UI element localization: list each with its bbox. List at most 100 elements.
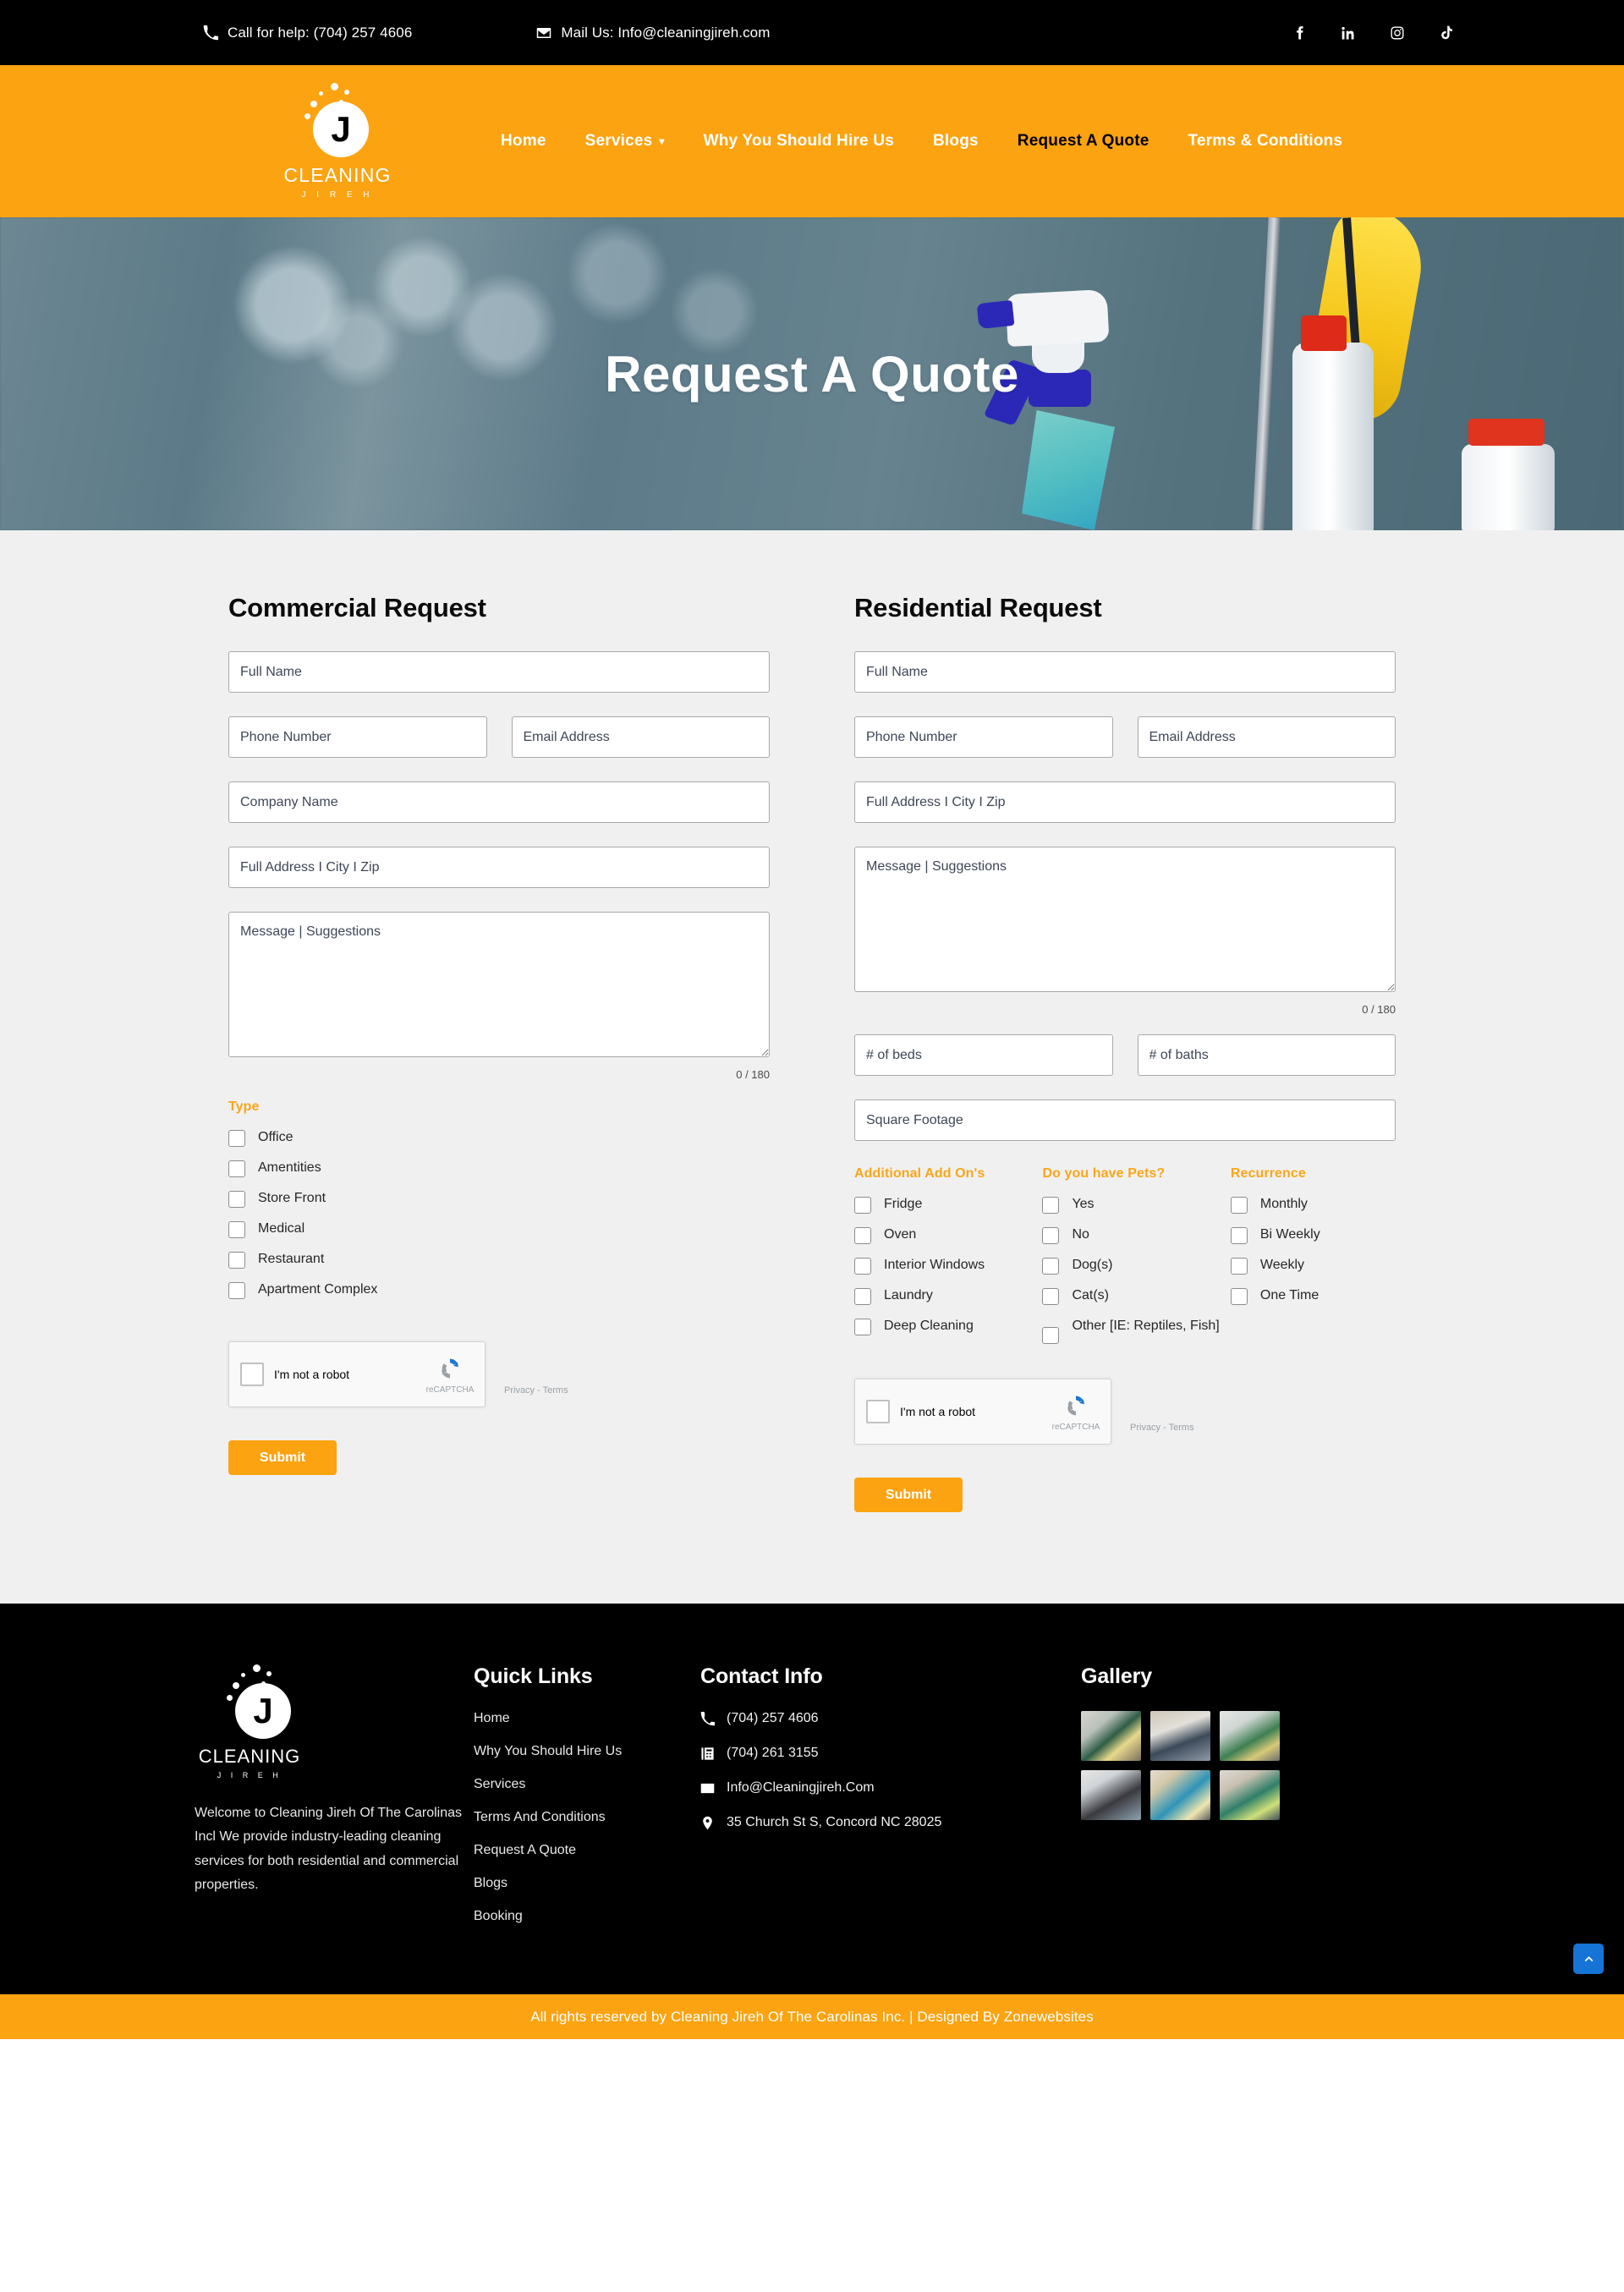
checkbox-oven[interactable]: Oven [854,1224,1042,1254]
checkbox-deep-cleaning[interactable]: Deep Cleaning [854,1315,1042,1346]
checkbox-box[interactable] [1230,1197,1248,1214]
checkbox-amentities[interactable]: Amentities [228,1157,770,1187]
gallery-thumbnail[interactable] [1220,1711,1280,1761]
footer-link-terms[interactable]: Terms And Conditions [474,1810,700,1825]
nav-item-request-a-quote[interactable]: Request A Quote [998,132,1169,151]
gallery-thumbnail[interactable] [1150,1770,1210,1820]
gallery-thumbnail[interactable] [1220,1770,1280,1820]
checkbox-label: Office [258,1130,294,1144]
footer-link-home[interactable]: Home [474,1711,700,1726]
checkbox-label: Oven [884,1227,917,1242]
recaptcha-terms[interactable]: Privacy - Terms [504,1385,568,1395]
checkbox-box[interactable] [1230,1258,1248,1275]
residential-message-textarea[interactable] [854,847,1396,992]
footer-link-request-quote[interactable]: Request A Quote [474,1843,700,1858]
footer-contact-phone[interactable]: (704) 257 4606 [700,1711,1081,1726]
nav-item-services[interactable]: Services ▾ [566,132,684,151]
chevron-up-icon [1584,1955,1593,1961]
checkbox-laundry[interactable]: Laundry [854,1285,1042,1315]
recaptcha-checkbox[interactable] [240,1363,264,1386]
checkbox-box[interactable] [228,1160,245,1177]
residential-address-input[interactable] [854,781,1396,823]
recaptcha-checkbox[interactable] [866,1400,890,1423]
commercial-email-input[interactable] [511,716,770,758]
residential-submit-button[interactable]: Submit [854,1478,963,1512]
residential-sqft-input[interactable] [854,1099,1396,1141]
recaptcha-logo: reCAPTCHA [420,1354,480,1395]
commercial-submit-button[interactable]: Submit [228,1440,337,1475]
checkbox-pets-other[interactable]: Other [IE: Reptiles, Fish] [1042,1315,1230,1346]
checkbox-pets-dogs[interactable]: Dog(s) [1042,1254,1230,1285]
checkbox-box[interactable] [1042,1288,1060,1305]
checkbox-box[interactable] [228,1130,245,1147]
checkbox-store-front[interactable]: Store Front [228,1187,770,1218]
commercial-address-input[interactable] [228,847,770,888]
recaptcha-label: I'm not a robot [274,1368,350,1381]
footer-contact-fax[interactable]: (704) 261 3155 [700,1746,1081,1761]
checkbox-box[interactable] [1042,1197,1060,1214]
footer-link-services[interactable]: Services [474,1777,700,1792]
checkbox-pets-no[interactable]: No [1042,1224,1230,1254]
footer-link-why-hire-us[interactable]: Why You Should Hire Us [474,1744,700,1759]
linkedin-icon[interactable] [1340,25,1357,41]
gallery-thumbnail[interactable] [1081,1770,1141,1820]
checkbox-box[interactable] [1042,1258,1060,1275]
residential-email-input[interactable] [1137,716,1396,758]
checkbox-box[interactable] [1230,1288,1248,1305]
recaptcha-terms[interactable]: Privacy - Terms [1130,1423,1194,1433]
checkbox-pets-cats[interactable]: Cat(s) [1042,1285,1230,1315]
nav-item-terms-conditions[interactable]: Terms & Conditions [1169,132,1363,151]
checkbox-box[interactable] [1230,1227,1248,1244]
checkbox-box[interactable] [854,1258,871,1275]
checkbox-apartment-complex[interactable]: Apartment Complex [228,1279,770,1309]
checkbox-box[interactable] [854,1227,871,1244]
footer-contact-email[interactable]: Info@Cleaningjireh.Com [700,1780,1081,1796]
commercial-message-textarea[interactable] [228,912,770,1057]
gallery-thumbnail[interactable] [1081,1711,1141,1761]
checkbox-box[interactable] [854,1197,871,1214]
topbar-phone[interactable]: Call for help: (704) 257 4606 [203,25,412,41]
checkbox-pets-yes[interactable]: Yes [1042,1193,1230,1224]
residential-full-name-input[interactable] [854,651,1396,693]
checkbox-box[interactable] [228,1282,245,1299]
checkbox-box[interactable] [228,1221,245,1238]
commercial-full-name-input[interactable] [228,651,770,693]
residential-phone-input[interactable] [854,716,1113,758]
checkbox-box[interactable] [228,1191,245,1208]
checkbox-box[interactable] [854,1288,871,1305]
checkbox-box[interactable] [854,1319,871,1335]
nav-item-home[interactable]: Home [481,132,566,151]
nav-label: Why You Should Hire Us [703,132,894,150]
commercial-phone-input[interactable] [228,716,487,758]
checkbox-restaurant[interactable]: Restaurant [228,1248,770,1279]
tiktok-icon[interactable] [1438,25,1455,41]
topbar-mail[interactable]: Mail Us: Info@cleaningjireh.com [536,25,770,41]
footer-link-blogs[interactable]: Blogs [474,1876,700,1891]
recaptcha-widget[interactable]: I'm not a robot reCAPTCHA [854,1379,1111,1445]
instagram-icon[interactable] [1389,25,1406,41]
checkbox-office[interactable]: Office [228,1127,770,1157]
checkbox-box[interactable] [228,1252,245,1269]
checkbox-weekly[interactable]: Weekly [1230,1254,1396,1285]
commercial-company-input[interactable] [228,781,770,823]
nav-item-blogs[interactable]: Blogs [914,132,998,151]
nav-item-why-hire-us[interactable]: Why You Should Hire Us [684,132,914,151]
gallery-thumbnail[interactable] [1150,1711,1210,1761]
residential-beds-input[interactable] [854,1034,1113,1076]
facebook-icon[interactable] [1291,25,1308,41]
site-logo[interactable]: J CLEANING J I R E H [279,83,396,200]
checkbox-box[interactable] [1042,1327,1060,1344]
footer-logo[interactable]: J CLEANING J I R E H [195,1664,474,1779]
checkbox-box[interactable] [1042,1227,1060,1244]
checkbox-bi-weekly[interactable]: Bi Weekly [1230,1224,1396,1254]
checkbox-medical[interactable]: Medical [228,1218,770,1248]
residential-baths-input[interactable] [1137,1034,1396,1076]
scroll-to-top-button[interactable] [1573,1944,1604,1974]
footer-link-booking[interactable]: Booking [474,1909,700,1924]
checkbox-fridge[interactable]: Fridge [854,1193,1042,1224]
checkbox-one-time[interactable]: One Time [1230,1285,1396,1315]
recaptcha-widget[interactable]: I'm not a robot reCAPTCHA [228,1341,486,1407]
checkbox-monthly[interactable]: Monthly [1230,1193,1396,1224]
footer-contact-address[interactable]: 35 Church St S, Concord NC 28025 [700,1815,1081,1830]
checkbox-interior-windows[interactable]: Interior Windows [854,1254,1042,1285]
